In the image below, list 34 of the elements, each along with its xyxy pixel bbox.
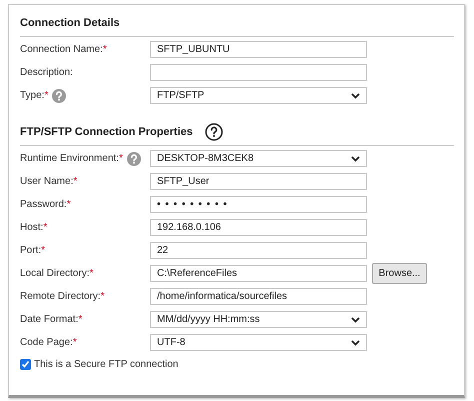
field-label: Connection Name:*: [20, 44, 107, 55]
dropdown[interactable]: UTF-8: [150, 334, 367, 351]
field-label: User Name:*: [20, 176, 78, 187]
checkbox[interactable]: [20, 359, 31, 370]
dropdown[interactable]: MM/dd/yyyy HH:mm:ss: [150, 311, 367, 328]
dropdown[interactable]: FTP/SFTP: [150, 87, 367, 104]
password-field[interactable]: • • • • • • • • •: [150, 196, 367, 213]
input-field[interactable]: SFTP_UBUNTU: [150, 41, 367, 58]
browse-button[interactable]: Browse...: [372, 263, 427, 284]
field-label: Port:*: [20, 245, 46, 256]
section-title: Connection Details: [20, 17, 120, 29]
section-title: FTP/SFTP Connection Properties: [20, 126, 193, 138]
field-label: Runtime Environment:*: [20, 153, 123, 164]
dropdown[interactable]: DESKTOP-8M3CEK8: [150, 150, 367, 167]
help-icon[interactable]: [204, 123, 223, 141]
field-label: Host:*: [20, 222, 48, 233]
chevron-down-icon: [351, 316, 360, 322]
field-label: Type:*: [20, 90, 48, 101]
field-label: Description:: [20, 67, 73, 78]
input-field[interactable]: C:\ReferenceFiles: [150, 265, 367, 282]
field-label: Code Page:*: [20, 337, 77, 348]
field-label: Local Directory:*: [20, 268, 94, 279]
input-field[interactable]: 22: [150, 242, 367, 259]
input-field[interactable]: 192.168.0.106: [150, 219, 367, 236]
checkbox-label: This is a Secure FTP connection: [34, 359, 178, 370]
input-field[interactable]: /home/informatica/sourcefiles: [150, 288, 367, 305]
input-field[interactable]: [150, 64, 367, 81]
field-label: Password:*: [20, 199, 71, 210]
input-field[interactable]: SFTP_User: [150, 173, 367, 190]
field-label: Date Format:*: [20, 314, 82, 325]
chevron-down-icon: [351, 92, 360, 98]
chevron-down-icon: [351, 340, 360, 346]
field-label: Remote Directory:*: [20, 291, 104, 302]
chevron-down-icon: [351, 156, 360, 162]
